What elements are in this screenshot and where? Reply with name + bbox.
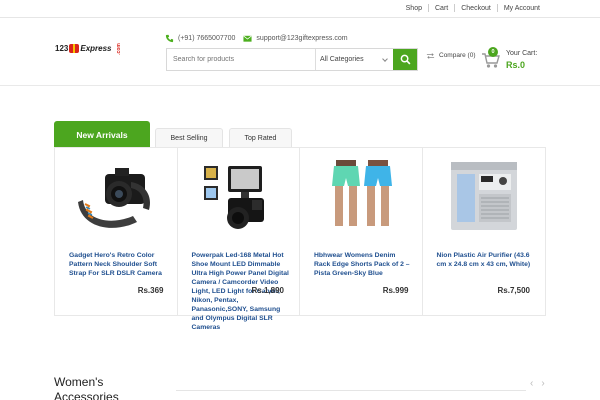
denim-shorts-image[interactable]: [320, 160, 403, 232]
shop-link[interactable]: Shop: [400, 5, 428, 12]
site-header: 123 Express .com (+91) 7665007700 suppor…: [0, 18, 600, 86]
product-name[interactable]: Gadget Hero's Retro Color Pattern Neck S…: [69, 251, 167, 278]
logo-domain: .com: [115, 42, 122, 55]
phone-item: (+91) 7665007700: [165, 34, 235, 43]
checkout-link[interactable]: Checkout: [455, 5, 497, 12]
cart-label: Your Cart:: [506, 50, 538, 57]
search-input[interactable]: [167, 49, 315, 70]
product-price: Rs.369: [137, 286, 164, 295]
product-tabs: New Arrivals Best Selling Top Rated: [54, 121, 298, 148]
cart-link[interactable]: Cart: [429, 5, 454, 12]
carousel-arrows: ‹ ›: [530, 378, 545, 389]
compare-icon: [426, 52, 435, 59]
category-select[interactable]: All Categories: [315, 49, 393, 70]
mini-cart[interactable]: 0 Your Cart: Rs.0: [481, 47, 551, 72]
gift-icon: [69, 44, 80, 53]
tab-new-arrivals[interactable]: New Arrivals: [54, 121, 150, 148]
product-price: Rs.7,500: [497, 286, 530, 295]
logo-number: 123: [55, 44, 69, 53]
cart-total: Rs.0: [506, 60, 526, 70]
product-price: Rs.1,890: [251, 286, 284, 295]
my-account-link[interactable]: My Account: [498, 5, 546, 12]
compare-label: Compare (0): [439, 52, 476, 59]
search-icon: [400, 54, 410, 65]
product-name[interactable]: Nion Plastic Air Purifier (43.6 cm x 24.…: [437, 251, 535, 269]
search-button[interactable]: [393, 49, 417, 70]
category-selected: All Categories: [320, 56, 364, 63]
product-card[interactable]: Gadget Hero's Retro Color Pattern Neck S…: [55, 148, 178, 315]
product-card[interactable]: Hbhwear Womens Denim Rack Edge Shorts Pa…: [300, 148, 423, 315]
top-bar: Shop Cart Checkout My Account: [0, 0, 600, 18]
envelope-icon: [243, 35, 252, 42]
chevron-down-icon: [382, 56, 388, 62]
compare-link[interactable]: Compare (0): [426, 52, 475, 59]
top-links: Shop Cart Checkout My Account: [400, 4, 546, 12]
led-light-image[interactable]: [198, 160, 281, 232]
contact-info: (+91) 7665007700 support@123giftexpress.…: [165, 34, 356, 43]
air-purifier-image[interactable]: [443, 160, 526, 232]
logo-brand: Express: [80, 44, 112, 53]
chevron-left-icon[interactable]: ‹: [530, 378, 533, 389]
phone-icon: [165, 34, 174, 43]
chevron-right-icon[interactable]: ›: [541, 378, 544, 389]
tab-top-rated[interactable]: Top Rated: [229, 128, 292, 148]
support-email[interactable]: support@123giftexpress.com: [256, 35, 347, 42]
product-price: Rs.999: [382, 286, 409, 295]
divider: [176, 390, 526, 391]
tab-best-selling[interactable]: Best Selling: [155, 128, 223, 148]
product-name[interactable]: Hbhwear Womens Denim Rack Edge Shorts Pa…: [314, 251, 412, 278]
cart-count-badge: 0: [488, 47, 498, 57]
search-bar: All Categories: [166, 48, 418, 71]
product-card[interactable]: Nion Plastic Air Purifier (43.6 cm x 24.…: [423, 148, 546, 315]
email-item: support@123giftexpress.com: [243, 34, 348, 43]
camera-strap-image[interactable]: [75, 160, 158, 232]
section-title: Women's Accessories: [54, 375, 119, 400]
phone-number: (+91) 7665007700: [178, 35, 236, 42]
product-card[interactable]: Powerpak Led-168 Metal Hot Shoe Mount LE…: [178, 148, 300, 331]
product-grid: Gadget Hero's Retro Color Pattern Neck S…: [54, 147, 546, 331]
site-logo[interactable]: 123 Express .com: [55, 42, 124, 55]
